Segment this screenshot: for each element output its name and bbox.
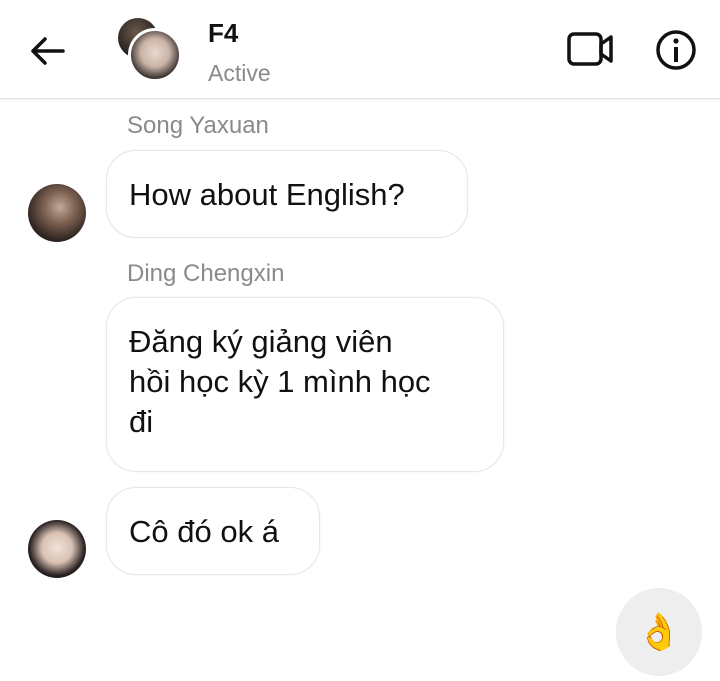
avatar[interactable] [28, 520, 86, 578]
group-avatar[interactable] [114, 18, 182, 82]
message-text: Cô đó ok á [129, 514, 279, 549]
quick-reaction-button[interactable]: 👌 [616, 588, 702, 676]
video-call-icon [567, 32, 613, 66]
chat-header: F4 Active [0, 0, 720, 99]
message-bubble[interactable]: Đăng ký giảng viên hồi học kỳ 1 mình học… [106, 297, 504, 472]
member-avatar-front [128, 28, 182, 82]
sender-name: Ding Chengxin [127, 260, 285, 287]
message-text-line: đi [129, 404, 154, 439]
video-call-button[interactable] [564, 24, 618, 74]
info-button[interactable] [652, 26, 700, 74]
message-text: How about English? [129, 177, 405, 212]
ok-hand-icon: 👌 [636, 611, 682, 652]
message-bubble[interactable]: Cô đó ok á [106, 487, 320, 575]
message-text-line: Đăng ký giảng viên [129, 324, 393, 359]
chat-title[interactable]: F4 [208, 18, 238, 49]
message-text-line: hồi học kỳ 1 mình học [129, 364, 431, 399]
sender-name: Song Yaxuan [127, 112, 269, 139]
avatar[interactable] [28, 184, 86, 242]
message-bubble[interactable]: How about English? [106, 150, 468, 238]
info-icon [656, 30, 696, 70]
back-button[interactable] [24, 28, 70, 74]
active-status: Active [208, 60, 271, 86]
back-arrow-icon [31, 37, 65, 65]
